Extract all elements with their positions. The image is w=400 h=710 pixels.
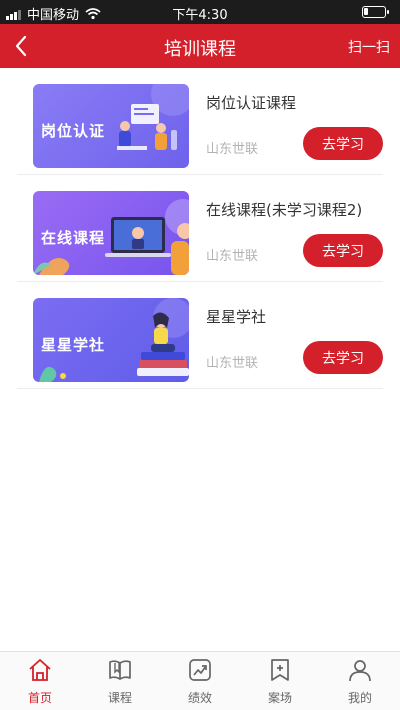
thumbnail-label: 在线课程: [41, 229, 106, 247]
tab-label: 我的: [347, 691, 372, 705]
tab-label: 绩效: [187, 691, 212, 705]
course-thumbnail: 岗位认证: [33, 84, 189, 168]
course-thumbnail: 在线课程: [33, 191, 189, 275]
go-study-button[interactable]: 去学习: [303, 127, 383, 160]
course-provider: 山东世联: [206, 249, 259, 264]
bookmark-icon: [271, 659, 289, 681]
go-study-button[interactable]: 去学习: [303, 341, 383, 374]
status-bar: 中国移动 下午4:30: [0, 0, 400, 24]
course-title: 星星学社: [206, 308, 267, 326]
course-title: 岗位认证课程: [206, 94, 297, 112]
tab-home[interactable]: 首页: [0, 652, 80, 710]
tab-cases[interactable]: 案场: [240, 652, 320, 710]
course-thumbnail: 星星学社: [33, 298, 189, 382]
course-provider: 山东世联: [206, 142, 259, 157]
thumbnail-label: 星星学社: [41, 336, 106, 354]
course-list: 岗位认证 岗位认证课程 山东世联 去学习 在线课程 在线课程(未学习课程2) 山…: [0, 68, 400, 389]
tab-mine[interactable]: 我的: [320, 652, 400, 710]
course-item[interactable]: 星星学社 星星学社 山东世联 去学习: [17, 282, 383, 389]
course-provider: 山东世联: [206, 356, 259, 371]
scan-button[interactable]: 扫一扫: [348, 37, 390, 57]
page-title: 培训课程: [164, 39, 236, 60]
thumbnail-label: 岗位认证: [41, 122, 106, 140]
tab-performance[interactable]: 绩效: [160, 652, 240, 710]
tab-label: 案场: [267, 691, 292, 705]
tab-bar: 首页 课程 绩效 案场 我的: [0, 651, 400, 710]
battery-icon: [362, 6, 389, 18]
chart-icon: [189, 659, 211, 681]
tab-courses[interactable]: 课程: [80, 652, 160, 710]
tab-label: 首页: [27, 691, 52, 705]
course-title: 在线课程(未学习课程2): [206, 201, 363, 219]
book-icon: [109, 660, 131, 680]
course-item[interactable]: 岗位认证 岗位认证课程 山东世联 去学习: [17, 68, 383, 175]
status-time: 下午4:30: [172, 8, 228, 23]
home-icon: [29, 659, 51, 681]
tab-label: 课程: [107, 691, 132, 705]
course-item[interactable]: 在线课程 在线课程(未学习课程2) 山东世联 去学习: [17, 175, 383, 282]
nav-bar: 培训课程 扫一扫: [0, 24, 400, 68]
go-study-button[interactable]: 去学习: [303, 234, 383, 267]
user-icon: [349, 660, 371, 682]
